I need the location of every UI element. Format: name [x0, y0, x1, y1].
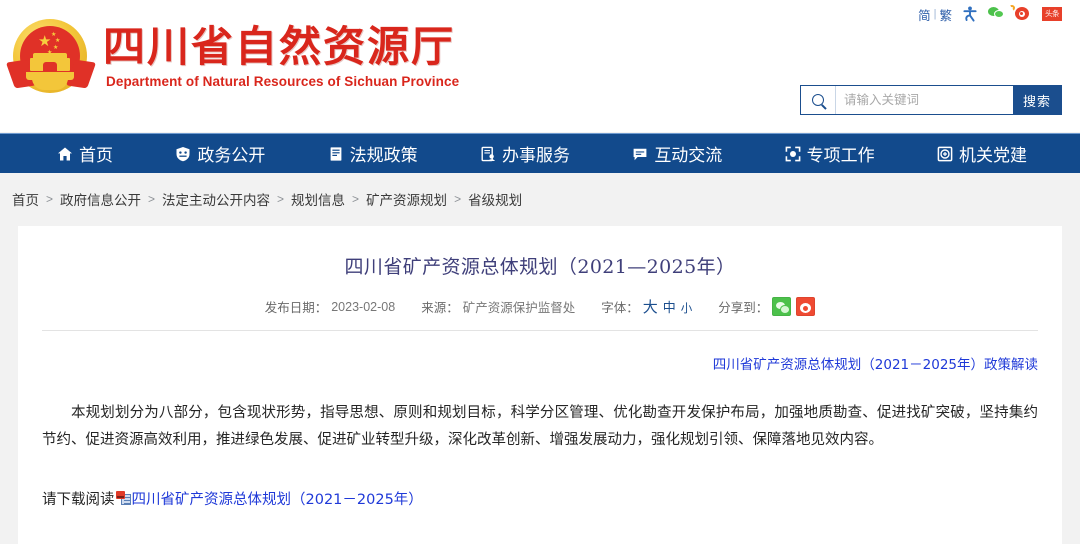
search-button[interactable]: 搜索	[1013, 86, 1061, 114]
source-value: 矿产资源保护监督处	[462, 301, 576, 315]
nav-label: 专项工作	[806, 146, 875, 166]
nav-label: 法规政策	[349, 146, 418, 166]
lang-separator: |	[933, 8, 937, 20]
breadcrumb-separator: >	[46, 192, 54, 206]
home-icon	[58, 147, 72, 160]
download-prefix-text: 请下载阅读	[42, 491, 115, 508]
search-input[interactable]	[835, 86, 1013, 114]
article-body: 本规划划分为八部分，包含现状形势，指导思想、原则和规划目标，科学分区管理、优化勘…	[42, 405, 1038, 448]
site-brand[interactable]: ★ ★ ★ ★ ★ 四川省自然资源厅 Department of Natural…	[5, 14, 460, 102]
download-file-link[interactable]: 四川省矿产资源总体规划（2021－2025年）	[132, 488, 423, 509]
nav-label: 机关党建	[958, 146, 1027, 166]
source: 来源： 矿产资源保护监督处	[421, 297, 575, 316]
publish-date: 发布日期： 2023-02-08	[265, 297, 395, 316]
nav-item-interaction[interactable]: 互动交流	[632, 141, 722, 166]
policy-interpretation-link[interactable]: 四川省矿产资源总体规划（2021－2025年）政策解读	[713, 357, 1038, 373]
breadcrumb-separator: >	[277, 192, 285, 206]
breadcrumb-item-2[interactable]: 法定主动公开内容	[162, 189, 270, 209]
pdf-file-icon	[115, 490, 131, 506]
book-icon	[330, 146, 342, 161]
target-frame-icon	[785, 146, 801, 161]
policy-interpretation-row: 四川省矿产资源总体规划（2021－2025年）政策解读	[18, 331, 1062, 374]
nav-item-government-affairs[interactable]: 政务公开	[175, 141, 265, 166]
form-user-icon	[481, 146, 495, 161]
utility-links: 简 | 繁 头条	[918, 4, 1062, 24]
font-size-medium-button[interactable]: 中	[663, 297, 676, 316]
nav-item-party-building[interactable]: 机关党建	[937, 141, 1027, 166]
download-row: 请下载阅读 四川省矿产资源总体规划（2021－2025年）	[42, 488, 1038, 509]
publish-date-value: 2023-02-08	[331, 299, 396, 314]
font-size-control: 字体： 大 中 小	[601, 296, 692, 317]
nav-label: 互动交流	[654, 146, 723, 166]
nav-label: 首页	[79, 146, 113, 166]
wechat-share-icon[interactable]	[772, 297, 792, 316]
page-title: 四川省矿产资源总体规划（2021—2025年）	[344, 256, 736, 278]
lang-traditional-link[interactable]: 繁	[939, 5, 952, 24]
party-badge-icon	[937, 146, 953, 161]
national-emblem-icon: ★ ★ ★ ★ ★	[5, 16, 97, 102]
weibo-share-icon[interactable]	[796, 297, 816, 316]
breadcrumb-separator: >	[148, 192, 156, 206]
nav-item-services[interactable]: 办事服务	[480, 141, 570, 166]
breadcrumb-item-3[interactable]: 规划信息	[291, 189, 345, 209]
article-meta: 发布日期： 2023-02-08 来源： 矿产资源保护监督处 字体： 大 中 小…	[42, 296, 1038, 331]
accessibility-icon[interactable]	[961, 5, 979, 23]
nav-label: 政务公开	[197, 146, 266, 166]
site-header: 简 | 繁 头条 ★ ★ ★ ★ 四川省自然资源厅 Department of …	[0, 0, 1080, 132]
source-label: 来源：	[421, 301, 459, 315]
lang-simplified-link[interactable]: 简	[918, 5, 931, 24]
toutiao-icon[interactable]: 头条	[1042, 7, 1062, 21]
site-title-cn: 四川省自然资源厅	[103, 22, 456, 71]
nav-item-laws-policies[interactable]: 法规政策	[328, 141, 418, 166]
font-size-label: 字体：	[601, 301, 639, 315]
language-switcher[interactable]: 简 | 繁	[918, 5, 952, 24]
publish-date-label: 发布日期：	[264, 301, 328, 315]
breadcrumb-item-4[interactable]: 矿产资源规划	[366, 189, 447, 209]
chat-bubble-icon	[633, 148, 647, 160]
wechat-icon[interactable]	[988, 5, 1006, 23]
nav-item-home[interactable]: 首页	[57, 141, 113, 166]
share-control: 分享到：	[718, 297, 816, 316]
share-label: 分享到：	[718, 301, 769, 315]
breadcrumb-item-0[interactable]: 首页	[12, 189, 39, 209]
search-box[interactable]: 搜索	[800, 85, 1062, 115]
breadcrumb-item-5[interactable]: 省级规划	[468, 189, 522, 209]
shield-icon	[176, 146, 190, 161]
nav-label: 办事服务	[501, 146, 570, 166]
font-size-large-button[interactable]: 大	[643, 296, 658, 317]
nav-item-special-work[interactable]: 专项工作	[785, 141, 875, 166]
font-size-small-button[interactable]: 小	[681, 300, 693, 316]
breadcrumb-item-1[interactable]: 政府信息公开	[60, 189, 141, 209]
breadcrumb-separator: >	[352, 192, 360, 206]
weibo-icon[interactable]	[1008, 4, 1033, 23]
article-panel: 四川省矿产资源总体规划（2021—2025年） 发布日期： 2023-02-08…	[18, 226, 1062, 544]
breadcrumb: 首页 > 政府信息公开 > 法定主动公开内容 > 规划信息 > 矿产资源规划 >…	[0, 173, 1080, 225]
breadcrumb-separator: >	[454, 192, 462, 206]
search-icon	[801, 86, 835, 114]
main-navigation: 首页 政务公开 法规政策 办事服务 互动交流 专项工作 机关党建	[0, 133, 1080, 173]
site-title-en: Department of Natural Resources of Sichu…	[106, 74, 460, 90]
